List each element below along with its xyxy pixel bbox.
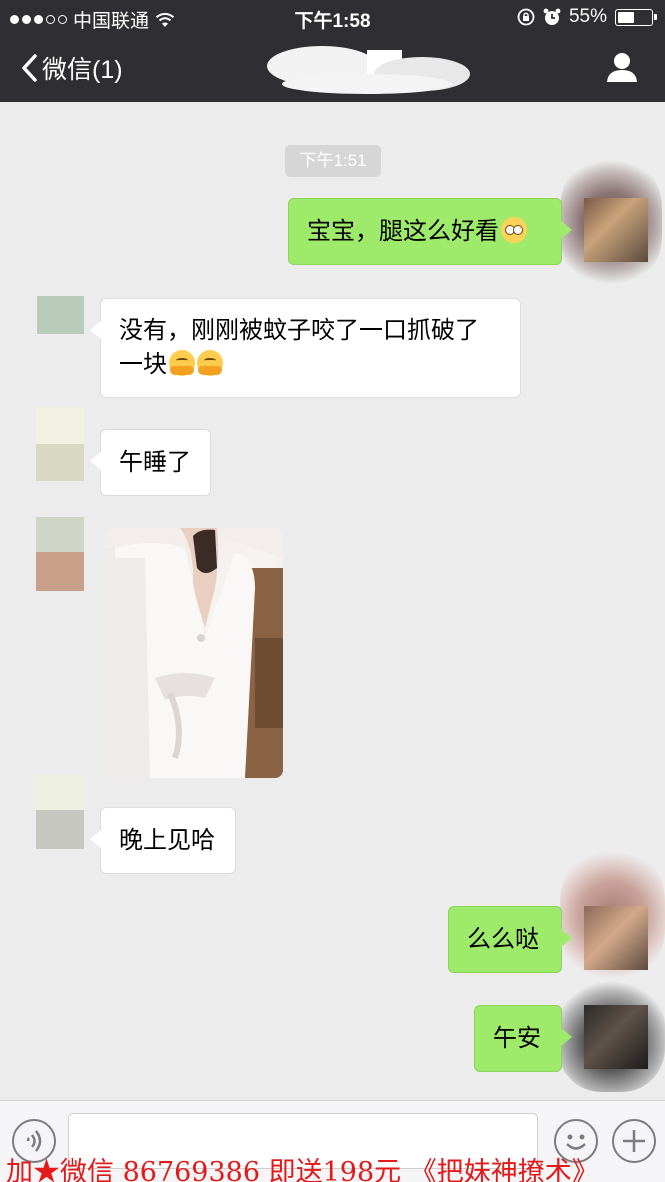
message-text: 么么哒: [467, 926, 539, 953]
back-button[interactable]: 微信(1): [20, 50, 123, 86]
alarm-icon: [543, 8, 561, 25]
status-bar: 中国联通 下午1:58 55%: [0, 0, 665, 34]
message-bubble-sent[interactable]: 宝宝，腿这么好看: [288, 198, 572, 265]
photo-thumbnail: [105, 528, 283, 778]
chat-area[interactable]: 下午1:51 宝宝，腿这么好看 没有，刚刚被蚊子咬了一口抓破了 一块 午睡了 晚…: [0, 102, 665, 1100]
flushed-face-icon: [501, 217, 527, 243]
my-avatar[interactable]: [584, 1005, 648, 1069]
contact-avatar-blurred[interactable]: [0, 296, 84, 334]
message-text: 午安: [493, 1025, 541, 1052]
hugging-face-icon: [169, 350, 195, 376]
plus-icon: [623, 1130, 645, 1152]
contact-avatar-blurred[interactable]: [36, 775, 84, 849]
message-timestamp: 下午1:51: [285, 145, 381, 177]
contact-name-redacted: [267, 46, 470, 94]
more-options-button[interactable]: [612, 1119, 656, 1163]
chat-header: 微信(1): [0, 34, 665, 102]
message-text: 晚上见哈: [119, 827, 215, 854]
message-text: 午睡了: [119, 449, 191, 476]
contact-avatar-blurred[interactable]: [36, 517, 84, 591]
battery-percent: 55%: [568, 6, 607, 27]
message-text: 没有，刚刚被蚊子咬了一口抓破了: [119, 317, 479, 344]
contact-info-icon[interactable]: [605, 50, 639, 84]
image-message[interactable]: [105, 528, 283, 778]
hugging-face-icon: [197, 350, 223, 376]
rotation-lock-icon: [517, 8, 535, 26]
message-text: 宝宝，腿这么好看: [307, 218, 499, 245]
watermark-text: 加★微信 86769386 即送198元 《把妹神撩术》: [6, 1157, 599, 1182]
my-avatar[interactable]: [584, 198, 648, 262]
message-text-continued: 一块: [119, 351, 167, 378]
message-bubble-received[interactable]: 午睡了: [90, 429, 211, 496]
contact-avatar-blurred[interactable]: [36, 407, 84, 481]
message-bubble-received[interactable]: 没有，刚刚被蚊子咬了一口抓破了 一块: [90, 298, 521, 398]
chevron-left-icon: [22, 54, 37, 82]
message-bubble-received[interactable]: 晚上见哈: [90, 807, 236, 874]
message-bubble-sent[interactable]: 午安: [474, 1005, 572, 1072]
back-label: 微信(1): [42, 56, 123, 84]
status-right: 55%: [517, 6, 657, 28]
battery-icon: [615, 8, 657, 26]
message-bubble-sent[interactable]: 么么哒: [448, 906, 572, 973]
my-avatar[interactable]: [584, 906, 648, 970]
